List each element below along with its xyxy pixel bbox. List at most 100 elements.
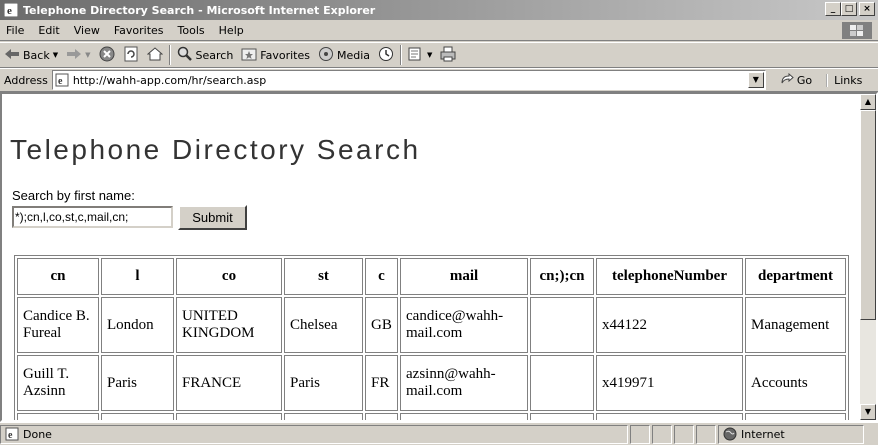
address-url: http://wahh-app.com/hr/search.asp xyxy=(72,73,267,87)
table-cell xyxy=(17,413,99,420)
go-button[interactable]: Go xyxy=(780,72,812,88)
svg-text:e: e xyxy=(8,430,13,441)
search-input[interactable] xyxy=(12,206,173,228)
search-label: Search by first name: xyxy=(12,188,135,203)
home-icon xyxy=(146,46,163,65)
menu-favorites[interactable]: Favorites xyxy=(107,24,171,37)
maximize-button[interactable]: □ xyxy=(841,2,857,16)
toolbar-separator xyxy=(400,45,403,65)
table-cell: FR xyxy=(365,355,398,411)
table-cell: London xyxy=(101,297,174,353)
page-content: Telephone Directory Search Search by fir… xyxy=(2,94,860,420)
favorites-button[interactable]: Favorites xyxy=(237,44,314,66)
address-dropdown-button[interactable]: ▼ xyxy=(747,72,764,88)
back-label: Back xyxy=(23,48,50,62)
toolbar: Back ▼ ▼ Search Favorites Media ▼ xyxy=(0,42,878,68)
forward-button[interactable]: ▼ xyxy=(62,44,94,66)
media-label: Media xyxy=(337,48,371,62)
links-button[interactable]: Links xyxy=(826,73,862,87)
page-icon: e xyxy=(5,427,19,441)
results-table: cn l co st c mail cn;);cn telephoneNumbe… xyxy=(14,255,849,420)
table-cell xyxy=(176,413,282,420)
column-header: telephoneNumber xyxy=(596,258,743,295)
table-cell xyxy=(284,413,363,420)
vertical-scrollbar[interactable]: ▲ ▼ xyxy=(860,94,876,420)
zone-label: Internet xyxy=(741,427,785,441)
status-cell xyxy=(674,424,694,444)
page-title: Telephone Directory Search xyxy=(10,134,421,165)
chevron-down-icon: ▼ xyxy=(85,51,91,59)
table-cell: Chelsea xyxy=(284,297,363,353)
table-row: Guill T. Azsinn Paris FRANCE Paris FR az… xyxy=(17,355,846,411)
history-button[interactable] xyxy=(374,44,398,66)
table-cell xyxy=(530,355,594,411)
table-cell: x419971 xyxy=(596,355,743,411)
table-cell xyxy=(365,413,398,420)
column-header: co xyxy=(176,258,282,295)
column-header: st xyxy=(284,258,363,295)
stop-icon xyxy=(99,46,115,65)
window-title: Telephone Directory Search - Microsoft I… xyxy=(23,3,376,17)
minimize-button[interactable]: _ xyxy=(825,2,841,16)
ie-icon: e xyxy=(3,2,19,18)
security-zone: Internet xyxy=(718,424,864,444)
media-icon xyxy=(318,46,334,65)
column-header: cn;);cn xyxy=(530,258,594,295)
menu-file[interactable]: File xyxy=(0,24,31,37)
table-row: Candice B. Fureal London UNITED KINGDOM … xyxy=(17,297,846,353)
search-button[interactable]: Search xyxy=(173,44,238,66)
refresh-icon xyxy=(123,46,139,65)
table-cell xyxy=(745,413,846,420)
print-button[interactable] xyxy=(436,44,460,66)
home-button[interactable] xyxy=(143,44,167,66)
menu-help[interactable]: Help xyxy=(212,24,251,37)
scroll-up-button[interactable]: ▲ xyxy=(860,94,876,110)
menu-tools[interactable]: Tools xyxy=(171,24,212,37)
history-icon xyxy=(378,46,394,65)
mail-icon xyxy=(408,46,424,65)
favorites-icon xyxy=(241,46,257,65)
table-cell: azsinn@wahh-mail.com xyxy=(400,355,528,411)
title-bar: e Telephone Directory Search - Microsoft… xyxy=(0,0,878,20)
favorites-label: Favorites xyxy=(260,48,310,62)
table-cell xyxy=(101,413,174,420)
print-icon xyxy=(440,46,456,65)
status-bar: e Done Internet xyxy=(0,422,878,445)
windows-logo-icon xyxy=(842,22,872,39)
search-label: Search xyxy=(195,48,234,62)
back-button[interactable]: Back ▼ xyxy=(0,44,62,66)
table-cell xyxy=(530,413,594,420)
mail-button[interactable]: ▼ xyxy=(404,44,436,66)
chevron-down-icon: ▼ xyxy=(427,51,433,59)
scroll-down-button[interactable]: ▼ xyxy=(860,404,876,420)
column-header: cn xyxy=(17,258,99,295)
status-cell xyxy=(630,424,650,444)
close-button[interactable]: × xyxy=(859,2,875,16)
refresh-button[interactable] xyxy=(119,44,143,66)
table-cell xyxy=(530,297,594,353)
column-header: department xyxy=(745,258,846,295)
table-cell: candice@wahh-mail.com xyxy=(400,297,528,353)
media-button[interactable]: Media xyxy=(314,44,374,66)
address-label: Address xyxy=(4,73,48,87)
table-cell: x44122 xyxy=(596,297,743,353)
status-text: Done xyxy=(23,427,52,441)
table-cell: Guill T. Azsinn xyxy=(17,355,99,411)
table-cell: Management xyxy=(745,297,846,353)
address-input[interactable]: e http://wahh-app.com/hr/search.asp ▼ xyxy=(51,70,766,90)
table-cell: Paris xyxy=(101,355,174,411)
go-icon xyxy=(780,72,794,88)
table-row xyxy=(17,413,846,420)
table-cell: Accounts xyxy=(745,355,846,411)
menu-view[interactable]: View xyxy=(67,24,107,37)
scroll-thumb[interactable] xyxy=(860,110,876,320)
table-cell xyxy=(596,413,743,420)
menu-edit[interactable]: Edit xyxy=(31,24,66,37)
address-bar: Address e http://wahh-app.com/hr/search.… xyxy=(0,68,878,92)
stop-button[interactable] xyxy=(95,44,119,66)
menu-bar: File Edit View Favorites Tools Help xyxy=(0,20,878,41)
svg-text:e: e xyxy=(58,76,63,87)
submit-button[interactable]: Submit xyxy=(178,205,247,230)
status-main: e Done xyxy=(0,424,628,444)
chevron-down-icon: ▼ xyxy=(52,51,59,59)
